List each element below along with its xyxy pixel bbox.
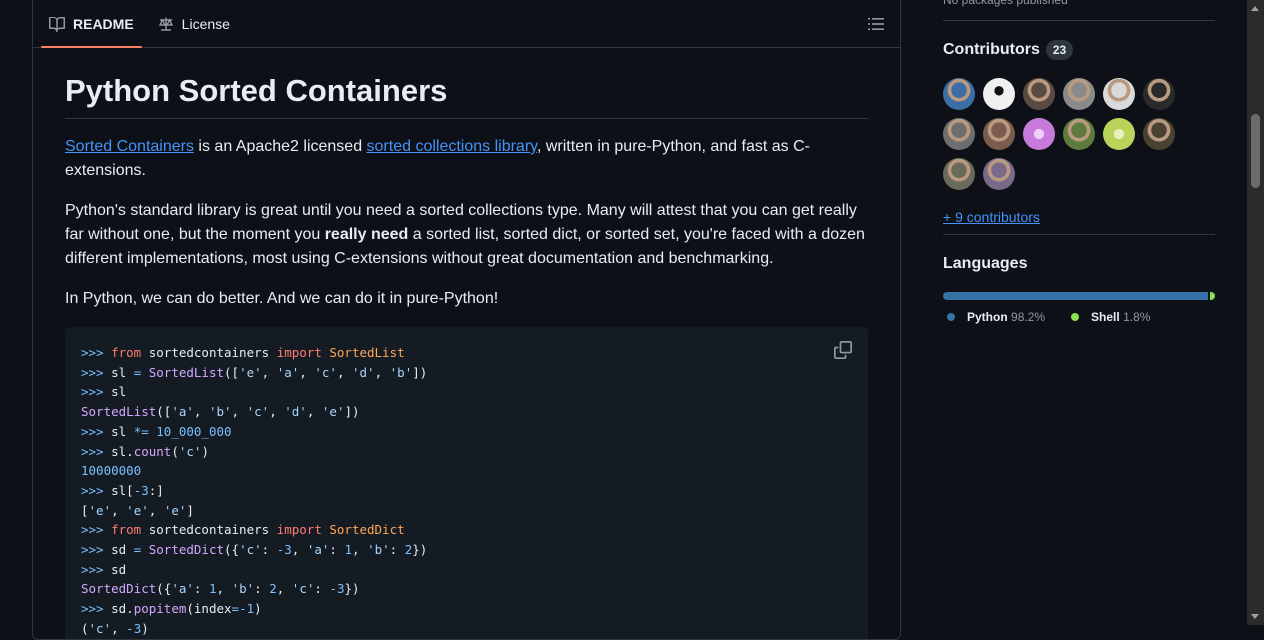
language-list: Python 98.2% Shell 1.8%: [943, 310, 1215, 324]
outline-button[interactable]: [866, 14, 886, 34]
book-icon: [49, 16, 65, 32]
readme-title: Python Sorted Containers: [65, 72, 868, 119]
language-percent: 1.8%: [1123, 310, 1151, 324]
page-scrollbar[interactable]: [1247, 0, 1264, 625]
contributor-avatar[interactable]: [1023, 118, 1055, 150]
tab-readme-label: README: [73, 15, 134, 32]
copy-icon: [834, 341, 852, 359]
readme-panel: README License Python Sorted Containers …: [32, 0, 901, 640]
tab-readme[interactable]: README: [41, 0, 142, 48]
contributors-count: 23: [1045, 40, 1074, 60]
intro-paragraph: Sorted Containers is an Apache2 licensed…: [65, 135, 868, 183]
contributor-avatar[interactable]: [983, 118, 1015, 150]
language-bar: [943, 292, 1215, 300]
intro-text-1: is an Apache2 licensed: [193, 138, 367, 155]
language-item[interactable]: Python 98.2%: [947, 310, 1045, 324]
readme-tabs: README License: [33, 0, 900, 48]
contributor-avatar[interactable]: [943, 78, 975, 110]
contributor-avatar[interactable]: [983, 158, 1015, 190]
contributor-avatar[interactable]: [1023, 78, 1055, 110]
code-block: >>> from sortedcontainers import SortedL…: [65, 327, 868, 639]
contributors-heading[interactable]: Contributors 23: [943, 40, 1215, 60]
scroll-up-arrow-icon[interactable]: [1251, 6, 1259, 11]
language-bar-segment: [943, 292, 1209, 300]
copy-button[interactable]: [834, 341, 852, 359]
contributors-title: Contributors: [943, 41, 1040, 58]
packages-note: No packages published: [943, 0, 1215, 21]
sorted-containers-link[interactable]: Sorted Containers: [65, 138, 194, 155]
contributor-avatar[interactable]: [1063, 78, 1095, 110]
language-percent: 98.2%: [1011, 310, 1046, 324]
contributor-avatar[interactable]: [1143, 118, 1175, 150]
contributor-avatar[interactable]: [1103, 118, 1135, 150]
law-scale-icon: [158, 16, 174, 32]
scroll-thumb[interactable]: [1251, 114, 1260, 188]
contributor-avatar[interactable]: [1103, 78, 1135, 110]
language-color-dot: [947, 313, 955, 321]
language-name: Shell: [1091, 310, 1120, 324]
language-item[interactable]: Shell 1.8%: [1071, 310, 1150, 324]
contributor-avatar[interactable]: [983, 78, 1015, 110]
more-contributors-link[interactable]: + 9 contributors: [943, 209, 1215, 225]
tab-license-label: License: [181, 15, 230, 32]
tab-license[interactable]: License: [150, 0, 238, 47]
language-name: Python: [967, 310, 1008, 324]
repo-sidebar: No packages published Contributors 23 + …: [943, 0, 1215, 324]
stdlib-paragraph: Python's standard library is great until…: [65, 199, 868, 271]
list-unordered-icon: [868, 18, 884, 30]
languages-title: Languages: [943, 255, 1028, 272]
better-paragraph: In Python, we can do better. And we can …: [65, 290, 499, 307]
divider: [943, 234, 1215, 235]
language-bar-segment: [1210, 292, 1215, 300]
readme-content: Python Sorted Containers Sorted Containe…: [33, 72, 900, 639]
contributor-avatar[interactable]: [943, 118, 975, 150]
stdlib-bold: really need: [324, 226, 409, 243]
code-text: >>> from sortedcontainers import SortedL…: [81, 345, 428, 636]
scroll-down-arrow-icon[interactable]: [1251, 614, 1259, 619]
contributor-avatars: [943, 78, 1183, 190]
sorted-collections-link[interactable]: sorted collections library: [367, 138, 537, 155]
language-color-dot: [1071, 313, 1080, 321]
contributor-avatar[interactable]: [1063, 118, 1095, 150]
contributor-avatar[interactable]: [1143, 78, 1175, 110]
contributor-avatar[interactable]: [943, 158, 975, 190]
